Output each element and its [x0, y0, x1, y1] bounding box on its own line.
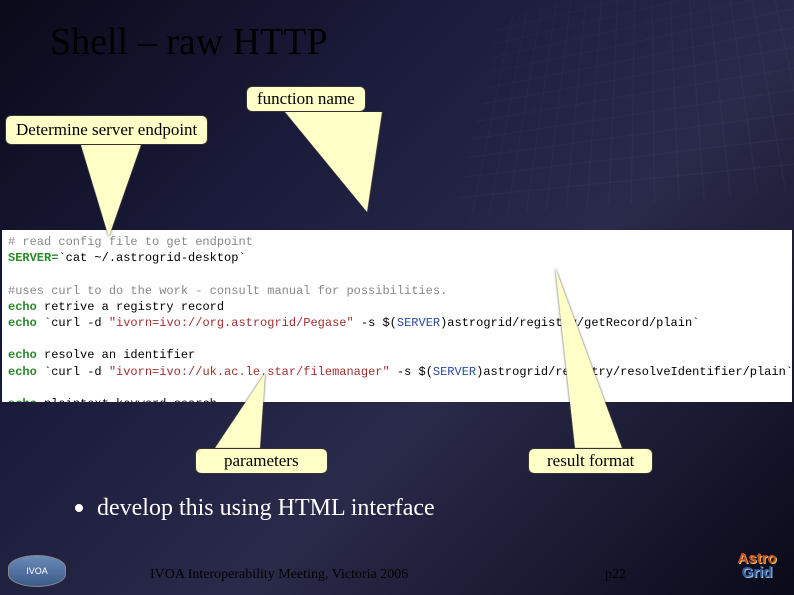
bullet-text: develop this using HTML interface: [97, 495, 435, 521]
code-text: plaintext keyword search: [37, 397, 217, 402]
astrogrid-logo: Astro Grid: [728, 545, 786, 587]
code-echo: echo: [8, 397, 37, 402]
callout-endpoint: Determine server endpoint: [5, 115, 208, 145]
code-echo: echo: [8, 348, 37, 362]
code-comment: #uses curl to do the work - consult manu…: [8, 284, 447, 298]
code-string: "ivorn=ivo://org.astrogrid/Pegase": [109, 316, 354, 330]
code-assign: SERVER=: [8, 251, 58, 265]
ivoa-logo: IVOA: [8, 555, 66, 587]
callout-parameters: parameters: [195, 448, 328, 474]
code-echo: echo: [8, 316, 37, 330]
code-var: SERVER: [397, 316, 440, 330]
bullet-icon: [75, 504, 83, 512]
logo-line2: Grid: [742, 566, 773, 580]
code-text: `curl -d: [37, 365, 109, 379]
code-echo: echo: [8, 365, 37, 379]
callout-function-name: function name: [246, 86, 366, 112]
callout-result-format: result format: [528, 448, 653, 474]
code-echo: echo: [8, 300, 37, 314]
code-block: # read config file to get endpoint SERVE…: [2, 230, 792, 402]
pointer-endpoint: [80, 142, 159, 237]
code-text: `curl -d: [37, 316, 109, 330]
code-text: -s $(: [354, 316, 397, 330]
code-comment: # read config file to get endpoint: [8, 235, 253, 249]
code-text: )astrogrid/registry/resolveIdentifier/pl…: [476, 365, 792, 379]
pointer-function-name: [285, 112, 452, 212]
footer-page: p22: [605, 567, 626, 583]
footer-meeting: IVOA Interoperability Meeting, Victoria …: [150, 567, 408, 583]
code-var: SERVER: [433, 365, 476, 379]
code-text: resolve an identifier: [37, 348, 195, 362]
bullet-item: develop this using HTML interface: [75, 495, 435, 522]
slide-title: Shell – raw HTTP: [50, 20, 328, 64]
code-text: -s $(: [390, 365, 433, 379]
code-text: `cat ~/.astrogrid-desktop`: [58, 251, 245, 265]
code-text: retrive a registry record: [37, 300, 224, 314]
